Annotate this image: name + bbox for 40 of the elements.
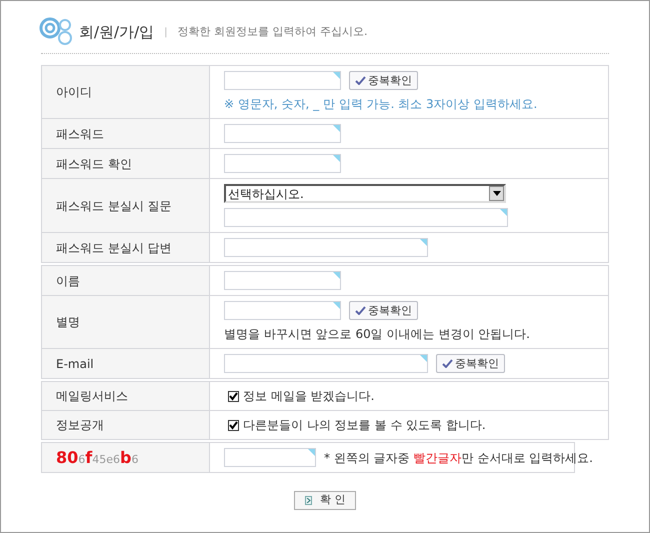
checkbox-label: 정보 메일을 받겠습니다. (243, 388, 374, 405)
hint-text: ※ 영문자, 숫자, _ 만 입력 가능. 최소 3자이상 입력하세요. (224, 96, 538, 113)
field-label: 정보공개 (56, 417, 104, 434)
page-subtitle: 정확한 회원정보를 입력하여 주십시오. (178, 24, 368, 40)
field-label: 별명 (56, 314, 80, 331)
text-field[interactable] (224, 124, 341, 143)
checkbox[interactable] (228, 420, 239, 430)
checkbox[interactable] (228, 390, 239, 402)
title-separator: | (164, 26, 168, 40)
field-label: E-mail (56, 356, 94, 372)
text-field[interactable] (224, 238, 428, 257)
field-label: 패스워드 분실시 질문 (56, 198, 172, 214)
checkmark-icon (442, 359, 453, 368)
duplicate-check-button[interactable]: 중복확인 (349, 301, 418, 320)
captcha-instruction: * 왼쪽의 글자중 빨간글자만 순서대로 입력하세요. (324, 450, 593, 466)
duplicate-check-button[interactable]: 중복확인 (436, 354, 505, 373)
field-label: 이름 (56, 272, 80, 290)
checkbox-label: 다른분들이 나의 정보를 볼 수 있도록 합니다. (243, 417, 486, 434)
text-field[interactable] (224, 271, 341, 290)
text-field[interactable] (224, 71, 341, 90)
field-label: 패스워드 (56, 126, 104, 142)
checkmark-icon (355, 306, 366, 315)
field-label: 메일링서비스 (56, 388, 128, 405)
text-field[interactable] (224, 208, 508, 227)
text-field[interactable] (224, 301, 341, 320)
page-title: 회/원/가/입 (79, 22, 154, 43)
note-text: 별명을 바꾸시면 앞으로 60일 이내에는 변경이 안됩니다. (224, 326, 530, 343)
text-field[interactable] (224, 448, 316, 467)
arrow-icon (305, 496, 312, 505)
captcha-code: 806f45e6b6 (56, 446, 138, 468)
field-label: 패스워드 확인 (56, 156, 132, 172)
field-label: 아이디 (56, 84, 92, 101)
field-label: 패스워드 분실시 답변 (56, 240, 172, 256)
text-field[interactable] (224, 154, 341, 173)
confirm-button[interactable]: 확 인 (294, 491, 356, 510)
text-field[interactable] (224, 354, 428, 373)
target-rings-icon (39, 17, 73, 47)
duplicate-check-button[interactable]: 중복확인 (349, 71, 418, 90)
question-select[interactable]: 선택하십시오. (224, 184, 506, 203)
checkmark-icon (355, 76, 366, 85)
